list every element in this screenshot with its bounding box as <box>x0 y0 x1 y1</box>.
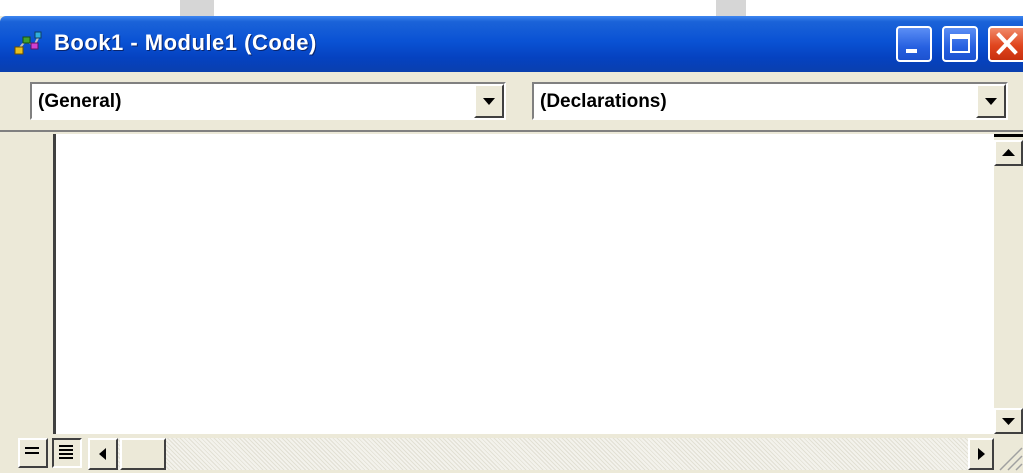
arrow-down-icon <box>1002 418 1015 425</box>
code-pane <box>0 130 1023 473</box>
procedure-combo-dropdown-button[interactable] <box>976 84 1006 118</box>
chevron-down-icon <box>483 98 495 105</box>
background-shape <box>716 0 746 16</box>
title-bar[interactable]: Book1 - Module1 (Code) <box>0 16 1023 72</box>
procedure-combo[interactable]: (Declarations) <box>532 82 1008 120</box>
code-editor[interactable] <box>56 134 994 434</box>
minimize-button[interactable] <box>896 26 932 62</box>
arrow-up-icon <box>1002 149 1015 156</box>
vertical-scrollbar[interactable] <box>994 134 1023 434</box>
chevron-down-icon <box>985 98 997 105</box>
background-shape <box>180 0 214 16</box>
object-combo-value: (General) <box>38 91 122 112</box>
margin-indicator-bar[interactable] <box>20 134 56 434</box>
procedure-view-button[interactable] <box>18 438 48 468</box>
full-module-view-icon <box>59 445 73 459</box>
resize-grip-icon <box>999 447 1023 471</box>
scroll-left-button[interactable] <box>88 438 118 470</box>
maximize-button[interactable] <box>942 26 978 62</box>
code-window: Book1 - Module1 (Code) (General) (Declar… <box>0 16 1023 473</box>
procedure-view-icon <box>25 447 39 454</box>
arrow-left-icon <box>99 448 106 460</box>
split-bar[interactable] <box>994 134 1023 137</box>
bottom-bar <box>0 434 1023 473</box>
object-combo-dropdown-button[interactable] <box>474 84 504 118</box>
close-icon <box>996 32 1018 55</box>
arrow-right-icon <box>978 448 985 460</box>
vba-project-icon <box>14 30 42 56</box>
window-title: Book1 - Module1 (Code) <box>54 30 317 55</box>
resize-grip[interactable] <box>994 438 1023 472</box>
scroll-down-button[interactable] <box>994 408 1023 434</box>
scroll-up-button[interactable] <box>994 140 1023 166</box>
scroll-right-button[interactable] <box>968 438 994 470</box>
object-combo[interactable]: (General) <box>30 82 506 120</box>
close-button[interactable] <box>988 26 1023 62</box>
maximize-icon <box>950 34 970 53</box>
procedure-combo-value: (Declarations) <box>540 91 667 112</box>
minimize-icon <box>906 49 917 53</box>
horizontal-scroll-thumb[interactable] <box>120 438 166 470</box>
full-module-view-button[interactable] <box>52 438 82 468</box>
horizontal-scroll-track[interactable] <box>118 438 968 470</box>
